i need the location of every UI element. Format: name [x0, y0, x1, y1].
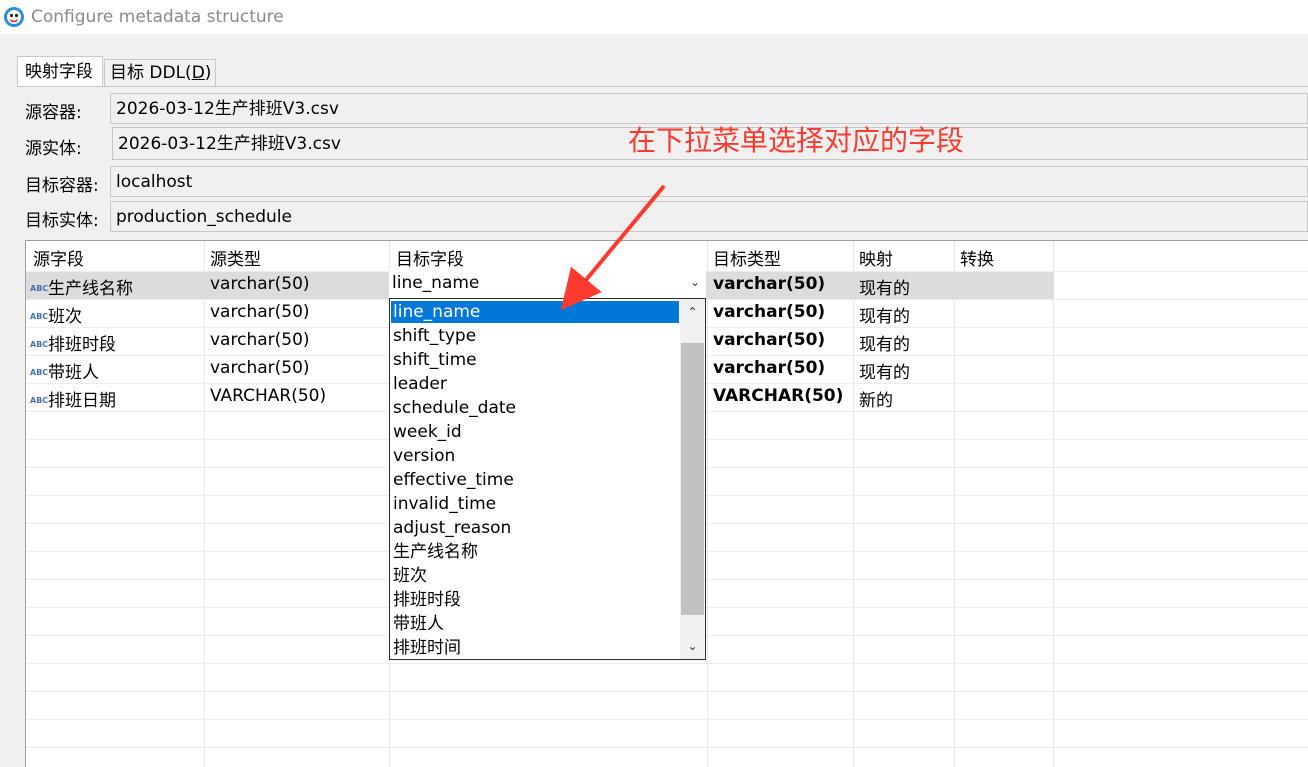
abc-type-icon: ABC: [30, 368, 49, 377]
source-type-cell: varchar(50): [210, 358, 310, 378]
tab-mapping-fields-label: 映射字段: [25, 62, 93, 82]
dropdown-scrollbar[interactable]: ⌃ ⌄: [680, 299, 705, 659]
dropdown-option[interactable]: effective_time: [393, 468, 514, 492]
source-field-cell[interactable]: ABC班次: [30, 302, 82, 327]
scroll-thumb[interactable]: [681, 343, 704, 615]
dropdown-option[interactable]: leader: [393, 372, 447, 396]
target-field-dropdown[interactable]: line_name shift_type shift_time leader s…: [389, 298, 706, 660]
dropdown-option[interactable]: 生产线名称: [393, 540, 478, 564]
source-entity-label: 源实体:: [25, 139, 82, 159]
target-field-combo[interactable]: line_name ⌄: [389, 270, 706, 298]
dropdown-option[interactable]: 排班时段: [393, 588, 461, 612]
row-divider: [26, 663, 1308, 664]
source-container-label: 源容器:: [25, 103, 82, 123]
column-divider: [954, 241, 955, 767]
row-divider: [26, 691, 1308, 692]
target-container-label: 目标容器:: [25, 176, 99, 196]
dropdown-option[interactable]: shift_time: [393, 348, 477, 372]
row-divider: [26, 747, 1308, 748]
target-entity-field[interactable]: production_schedule: [110, 201, 1308, 232]
source-type-cell: varchar(50): [210, 274, 310, 294]
source-field-cell[interactable]: ABC排班日期: [30, 386, 116, 411]
source-field-cell[interactable]: ABC排班时段: [30, 330, 116, 355]
scroll-down-icon[interactable]: ⌄: [680, 635, 705, 657]
column-divider: [707, 241, 708, 767]
dropdown-option[interactable]: shift_type: [393, 324, 476, 348]
tab-target-ddl-suffix: ): [204, 63, 212, 83]
target-type-cell[interactable]: varchar(50): [713, 274, 825, 294]
tab-target-ddl[interactable]: 目标 DDL(D): [104, 59, 216, 86]
header-target-field[interactable]: 目标字段: [396, 245, 464, 270]
mapping-cell: 新的: [859, 391, 893, 411]
column-divider: [1053, 241, 1054, 767]
scroll-up-icon[interactable]: ⌃: [680, 301, 705, 323]
chevron-down-icon[interactable]: ⌄: [690, 275, 700, 289]
mapping-cell: 现有的: [859, 363, 910, 383]
dropdown-option[interactable]: 班次: [393, 564, 427, 588]
dropdown-option[interactable]: 排班时间: [393, 636, 461, 659]
header-mapping[interactable]: 映射: [859, 245, 893, 270]
header-source-field[interactable]: 源字段: [33, 245, 84, 270]
target-container-field[interactable]: localhost: [110, 166, 1308, 197]
abc-type-icon: ABC: [30, 340, 49, 349]
target-type-cell[interactable]: VARCHAR(50): [713, 386, 843, 406]
mapping-cell: 现有的: [859, 307, 910, 327]
target-type-cell[interactable]: varchar(50): [713, 358, 825, 378]
dropdown-option[interactable]: schedule_date: [393, 396, 516, 420]
dropdown-option[interactable]: version: [393, 444, 455, 468]
abc-type-icon: ABC: [30, 312, 49, 321]
source-field-cell[interactable]: ABC带班人: [30, 358, 99, 383]
abc-type-icon: ABC: [30, 396, 49, 405]
app-icon: [4, 7, 24, 27]
window-title: Configure metadata structure: [31, 7, 284, 27]
tab-target-ddl-label: 目标 DDL(: [110, 63, 192, 83]
source-type-cell: VARCHAR(50): [210, 386, 327, 406]
tab-target-ddl-mnemonic: D: [191, 63, 205, 83]
mapping-cell: 现有的: [859, 279, 910, 299]
target-entity-label: 目标实体:: [25, 211, 99, 231]
target-field-combo-value: line_name: [392, 273, 480, 293]
source-type-cell: varchar(50): [210, 330, 310, 350]
dropdown-option[interactable]: week_id: [393, 420, 462, 444]
header-source-type[interactable]: 源类型: [210, 245, 261, 270]
target-type-cell[interactable]: varchar(50): [713, 302, 825, 322]
column-divider: [853, 241, 854, 767]
target-type-cell[interactable]: varchar(50): [713, 330, 825, 350]
header-conversion[interactable]: 转换: [960, 245, 994, 270]
dropdown-option[interactable]: adjust_reason: [393, 516, 511, 540]
header-target-type[interactable]: 目标类型: [713, 245, 781, 270]
dropdown-option[interactable]: invalid_time: [393, 492, 496, 516]
dropdown-option[interactable]: 带班人: [393, 612, 444, 636]
title-bar: Configure metadata structure: [0, 0, 1308, 34]
tab-panel-border: [17, 86, 1308, 87]
abc-type-icon: ABC: [30, 284, 49, 293]
column-divider: [204, 241, 205, 767]
annotation-text: 在下拉菜单选择对应的字段: [628, 124, 965, 157]
tab-mapping-fields[interactable]: 映射字段: [17, 56, 103, 86]
row-divider: [26, 719, 1308, 720]
mapping-cell: 现有的: [859, 335, 910, 355]
source-type-cell: varchar(50): [210, 302, 310, 322]
dropdown-option[interactable]: line_name: [393, 300, 480, 324]
source-field-cell[interactable]: ABC生产线名称: [30, 274, 133, 299]
